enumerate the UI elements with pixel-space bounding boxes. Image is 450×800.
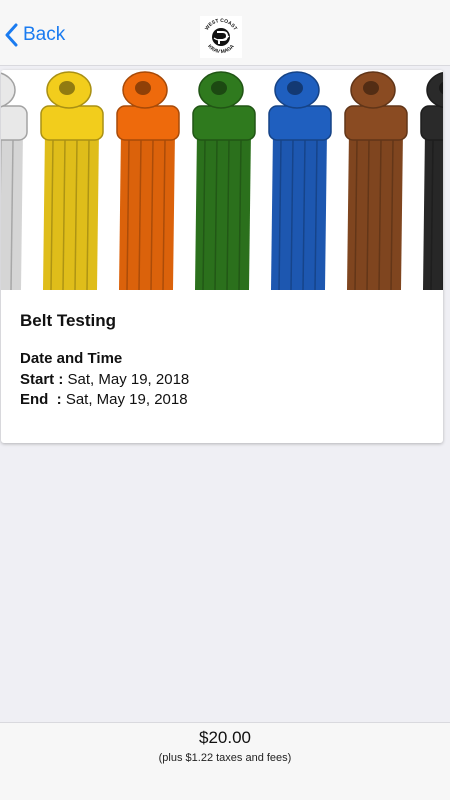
event-card[interactable]: Belt Testing Date and Time Start : Sat, … — [1, 70, 443, 443]
belt-5 — [344, 71, 408, 291]
price: $20.00 — [199, 728, 251, 747]
end-value: Sat, May 19, 2018 — [65, 391, 188, 408]
krav-maga-logo: WEST COAST KRAV MAGA — [200, 16, 242, 58]
chevron-left-icon — [4, 23, 18, 47]
top-nav-bar: Back WEST COAST KRAV MAGA — [0, 0, 450, 66]
start-row: Start : Sat, May 19, 2018 — [20, 371, 189, 388]
back-button[interactable]: Back — [4, 20, 65, 50]
end-label: End : — [20, 391, 66, 408]
fees-note: (plus $1.22 taxes and fees) — [158, 752, 292, 764]
start-value: Sat, May 19, 2018 — [67, 371, 190, 388]
start-label: Start : — [20, 371, 68, 388]
app-screen: Back WEST COAST KRAV MAGA Belt Testing D… — [0, 0, 450, 800]
event-title: Belt Testing — [20, 311, 117, 330]
belt-3 — [192, 71, 256, 291]
end-row: End : Sat, May 19, 2018 — [20, 391, 188, 408]
price-bar: $20.00 (plus $1.22 taxes and fees) — [0, 722, 450, 800]
belt-4 — [268, 71, 332, 291]
back-label: Back — [23, 24, 66, 45]
belt-0 — [1, 72, 28, 291]
belt-2 — [116, 71, 180, 291]
belt-colors-image — [1, 70, 443, 291]
belt-6 — [420, 71, 443, 291]
belt-1 — [40, 71, 104, 291]
date-time-heading: Date and Time — [20, 350, 123, 367]
